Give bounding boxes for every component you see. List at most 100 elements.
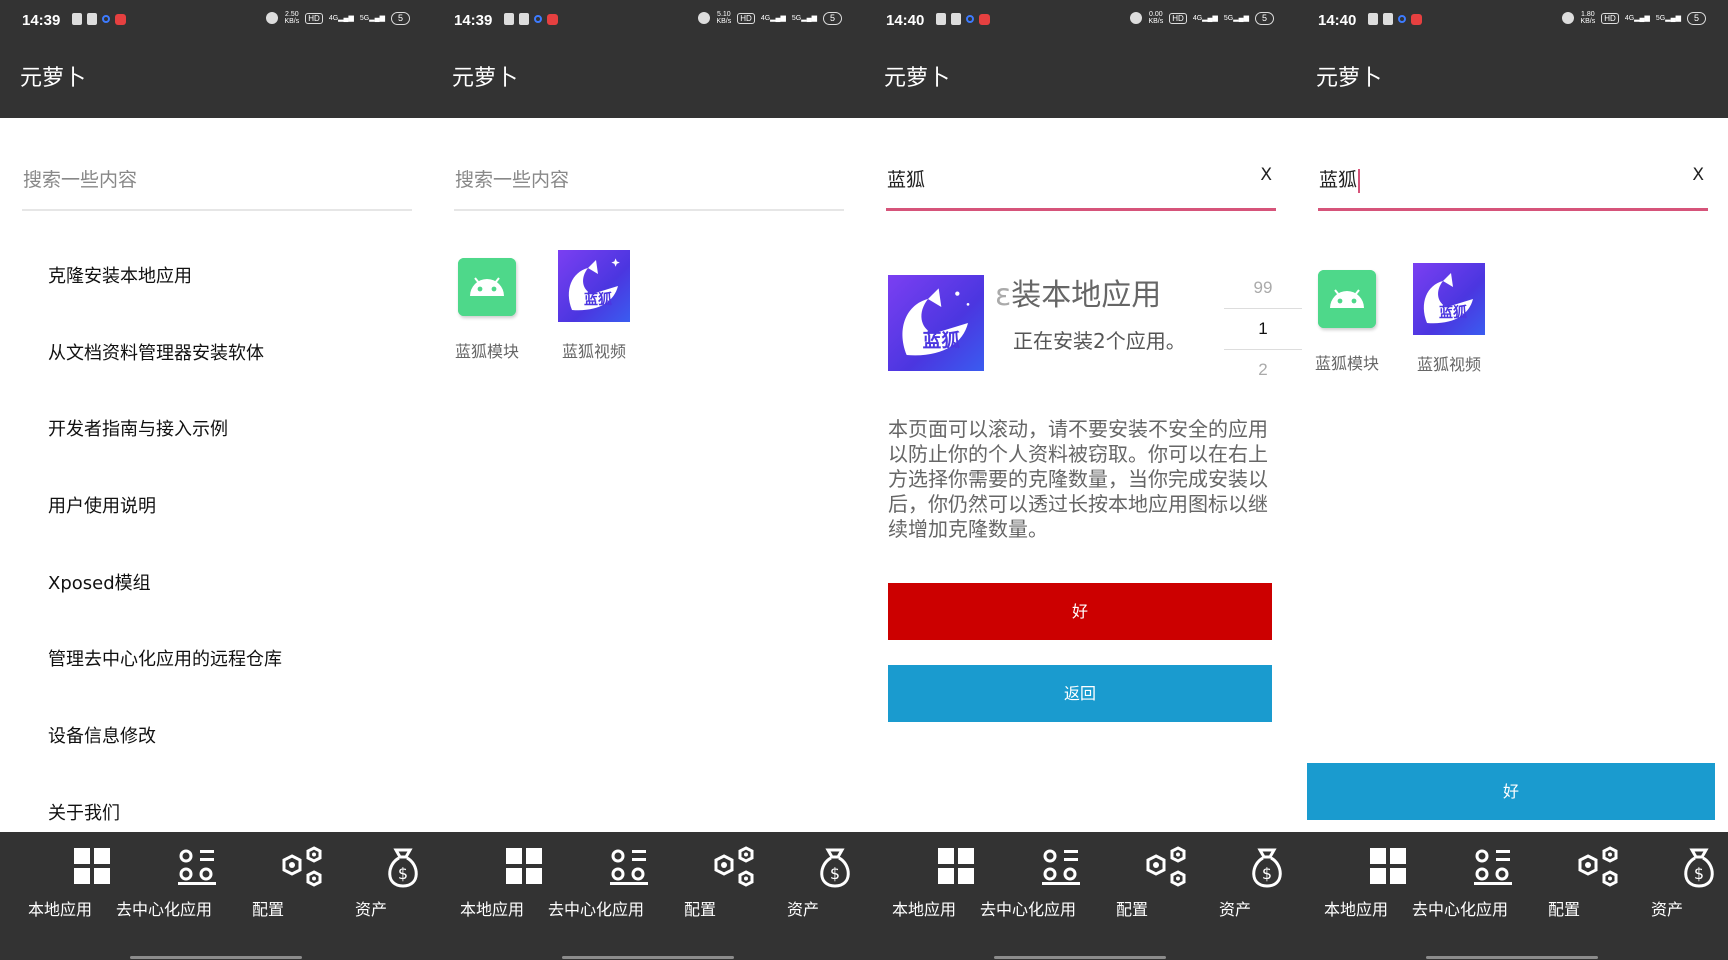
- signal-4g-icon: 4G▂▄▆: [328, 15, 354, 22]
- app-title: 元萝卜: [1316, 66, 1383, 91]
- menu-item-developer-guide[interactable]: 开发者指南与接入示例: [48, 407, 282, 484]
- picker-option[interactable]: 99: [1224, 268, 1302, 308]
- svg-text:$: $: [1694, 864, 1704, 883]
- menu-item-device-info[interactable]: 设备信息修改: [48, 714, 282, 791]
- hd-icon: HD: [1601, 12, 1619, 24]
- home-indicator[interactable]: [994, 956, 1166, 959]
- battery-icon: 5: [822, 11, 842, 25]
- notification-icon: [87, 13, 97, 25]
- search-input[interactable]: 蓝狐 X: [886, 145, 1276, 211]
- notification-icon: [519, 13, 529, 25]
- menu-item-user-manual[interactable]: 用户使用说明: [48, 484, 282, 561]
- battery-icon: 5: [1686, 11, 1706, 25]
- net-speed-value: 0.00: [1149, 11, 1163, 18]
- clear-search-button[interactable]: X: [1692, 165, 1704, 185]
- app-title: 元萝卜: [20, 66, 87, 91]
- home-indicator[interactable]: [1426, 956, 1598, 959]
- app-badge-icon: [115, 13, 126, 25]
- net-speed-value: 1.80: [1581, 11, 1595, 18]
- menu-item-remote-repo[interactable]: 管理去中心化应用的远程仓库: [48, 637, 282, 714]
- net-speed-value: 5.10: [717, 11, 731, 18]
- bluefox-icon: 蓝狐: [558, 250, 630, 322]
- signal-5g-icon: 5G▂▄▆: [791, 15, 817, 22]
- app-badge-icon: [547, 13, 558, 25]
- menu-item-install-from-files[interactable]: 从文档资料管理器安装软体: [48, 331, 282, 408]
- clear-search-button[interactable]: X: [1260, 165, 1272, 185]
- net-speed: 5.10 KB/s: [716, 11, 731, 25]
- system-icons: 5.10 KB/s HD 4G▂▄▆ 5G▂▄▆ 5: [698, 11, 842, 25]
- app-name: 蓝狐视频: [561, 342, 626, 361]
- status-time: 14:39: [454, 12, 493, 29]
- nav-label: 本地应用: [1323, 900, 1388, 919]
- nav-label: 去中心化应用: [979, 900, 1076, 919]
- search-query: 蓝狐: [887, 169, 926, 191]
- app-title: 元萝卜: [884, 66, 951, 91]
- status-time: 14:40: [1318, 12, 1357, 29]
- nav-label: 去中心化应用: [1411, 900, 1508, 919]
- nav-label: 配置: [251, 900, 284, 919]
- sim-icon: [72, 13, 82, 25]
- fox-logo-text: 蓝狐: [1439, 304, 1467, 321]
- blue-dot-icon: [102, 15, 110, 23]
- svg-text:$: $: [830, 864, 840, 883]
- mute-icon: [266, 12, 279, 24]
- app-tile-bluefox-video[interactable]: 蓝狐 蓝狐视频: [1413, 263, 1485, 374]
- dialog-title: ɛ装本地应用: [995, 270, 1161, 314]
- nav-label: 本地应用: [27, 900, 92, 919]
- nav-label: 配置: [1115, 900, 1148, 919]
- back-button[interactable]: 返回: [888, 665, 1272, 722]
- net-speed-unit: KB/s: [284, 18, 300, 25]
- clone-count-picker[interactable]: 99 1 2: [1224, 268, 1302, 390]
- hd-icon: HD: [1169, 12, 1187, 24]
- blue-dot-icon: [534, 15, 542, 23]
- app-title: 元萝卜: [452, 66, 519, 91]
- status-bar: 14:40 0.00 KB/s HD 4G▂▄▆ 5G▂▄▆ 5: [864, 0, 1296, 40]
- app-bar: 元萝卜: [1296, 40, 1728, 118]
- app-tile-bluefox-module[interactable]: 蓝狐模块: [455, 258, 519, 361]
- picker-selected[interactable]: 1: [1224, 309, 1302, 349]
- text-cursor: [1358, 168, 1361, 193]
- mute-icon: [1562, 12, 1575, 24]
- sim-icon: [936, 13, 946, 25]
- menu-item-xposed[interactable]: Xposed模组: [48, 561, 282, 638]
- fox-logo-text: 蓝狐: [923, 330, 961, 352]
- nav-label: 资产: [1650, 900, 1683, 919]
- search-input[interactable]: 搜索一些内容: [454, 145, 844, 211]
- nav-label: 去中心化应用: [115, 900, 212, 919]
- menu-item-clone-install[interactable]: 克隆安装本地应用: [48, 254, 282, 331]
- app-name: 蓝狐视频: [1416, 355, 1481, 374]
- dialog-title-text: 装本地应用: [1011, 278, 1162, 313]
- home-indicator[interactable]: [130, 956, 302, 959]
- notification-icon: [951, 13, 961, 25]
- nav-label: 配置: [1547, 900, 1580, 919]
- search-input[interactable]: 蓝狐 X: [1318, 145, 1708, 211]
- main-menu: 克隆安装本地应用 从文档资料管理器安装软体 开发者指南与接入示例 用户使用说明 …: [48, 254, 282, 868]
- app-name: 蓝狐模块: [1314, 354, 1379, 373]
- android-icon: [1318, 270, 1376, 328]
- nav-label: 资产: [1218, 900, 1251, 919]
- status-bar: 14:39 2.50 KB/s HD 4G▂▄▆ 5G▂▄▆ 5: [0, 0, 432, 40]
- status-bar: 14:40 1.80 KB/s HD 4G▂▄▆ 5G▂▄▆ 5: [1296, 0, 1728, 40]
- battery-icon: 5: [1254, 11, 1274, 25]
- nav-label: 资产: [354, 900, 387, 919]
- net-speed-unit: KB/s: [1148, 18, 1164, 25]
- notification-icon: [1383, 13, 1393, 25]
- ok-button[interactable]: 好: [1307, 763, 1715, 820]
- svg-text:$: $: [398, 864, 408, 883]
- nav-label: 去中心化应用: [547, 900, 644, 919]
- ok-button[interactable]: 好: [888, 583, 1272, 640]
- app-bar: 元萝卜: [0, 40, 432, 118]
- app-tile-bluefox-module[interactable]: 蓝狐模块: [1315, 270, 1379, 373]
- bluefox-icon: 蓝狐: [1413, 263, 1485, 335]
- net-speed-unit: KB/s: [716, 18, 732, 25]
- screen-app-list: 14:39 5.10 KB/s HD 4G▂▄▆ 5G▂▄▆ 5 元萝卜 搜索一些…: [432, 0, 864, 960]
- search-input[interactable]: 搜索一些内容: [22, 145, 412, 211]
- picker-option[interactable]: 2: [1224, 350, 1302, 390]
- hd-icon: HD: [737, 12, 755, 24]
- home-indicator[interactable]: [562, 956, 734, 959]
- app-tile-bluefox-video[interactable]: 蓝狐 蓝狐视频: [558, 250, 630, 361]
- dialog-title-partial-char: ɛ: [995, 278, 1012, 313]
- mute-icon: [1130, 12, 1143, 24]
- net-speed: 1.80 KB/s: [1580, 11, 1595, 25]
- blue-dot-icon: [1398, 15, 1406, 23]
